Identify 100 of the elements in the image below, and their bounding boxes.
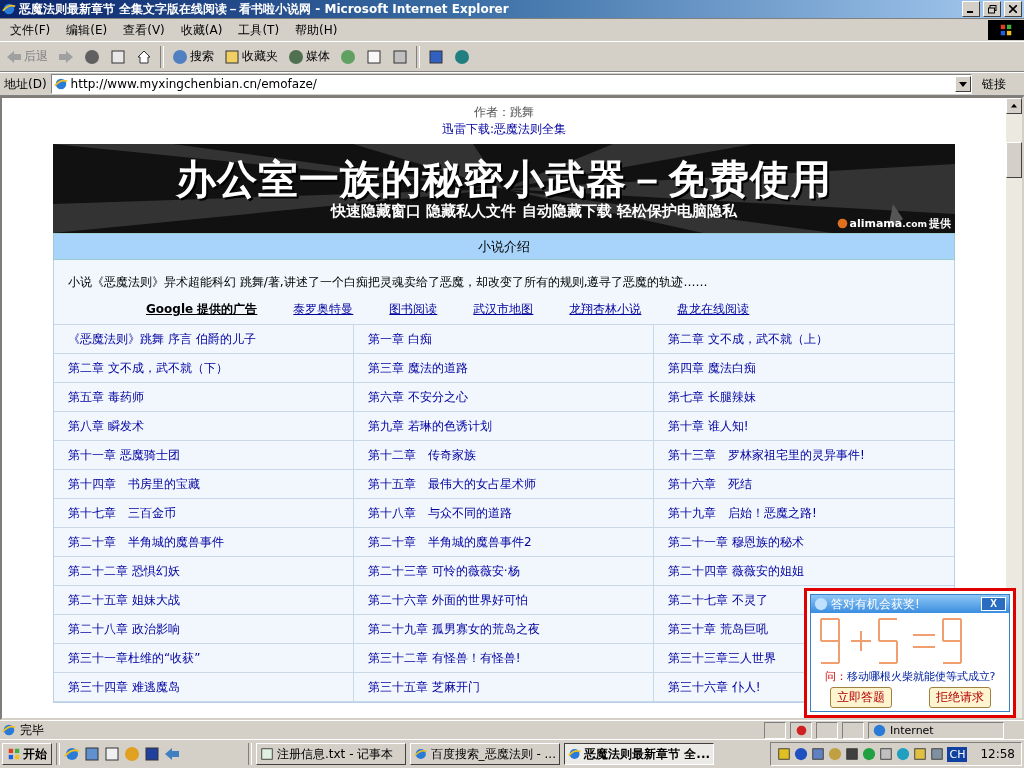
chapter-link[interactable]: 第十章 谁人知! [668,417,749,435]
chapter-link[interactable]: 第二十章 半角城的魔兽事件2 [368,533,532,551]
ad-link[interactable]: 泰罗奥特曼 [293,301,354,318]
close-button[interactable] [1004,1,1022,17]
windows-flag-icon [7,747,21,761]
chapter-link[interactable]: 第三十三章三人世界 [668,649,776,667]
chapter-link[interactable]: 第八章 瞬发术 [68,417,144,435]
dropdown-button[interactable] [955,76,971,92]
chapter-link[interactable]: 第七章 长腿辣妹 [668,388,756,406]
ad-banner[interactable]: 办公室一族的秘密小武器－免费使用 快速隐藏窗口 隐藏私人文件 自动隐藏下载 轻松保护电脑隐私 alimama.com 提供 [53,144,955,233]
popup-button[interactable]: 立即答题 [829,687,892,708]
menu-item[interactable]: 帮助(H) [287,21,346,39]
taskbar-button[interactable]: 恶魔法则最新章节 全... [564,743,714,765]
chapter-link[interactable]: 第二十章 半角城的魔兽事件 [68,533,224,551]
home-icon [136,48,152,65]
chapter-link[interactable]: 第二十三章 可怜的薇薇安·杨 [368,562,520,580]
chapter-link[interactable]: 第十八章 与众不同的道路 [368,504,512,522]
banner-subline: 快速隐藏窗口 隐藏私人文件 自动隐藏下载 轻松保护电脑隐私 [331,202,737,221]
page-icon [53,77,68,91]
scroll-thumb[interactable] [1006,142,1022,178]
status-pane [842,721,864,739]
chapter-link[interactable]: 第一章 白痴 [368,330,432,348]
browser-icon[interactable] [64,746,80,762]
forward-arrow-icon [58,48,74,65]
ad-link[interactable]: 盘龙在线阅读 [677,301,750,318]
brand-text: alimama.com [849,217,927,230]
banner-headline: 办公室一族的秘密小武器－免费使用 [176,156,832,202]
windows-flag-icon [999,23,1013,37]
popup-title: 答对有机会获奖! [831,595,921,613]
popup-button[interactable]: 拒绝请求 [928,687,991,708]
back-arrow-icon [6,48,22,65]
scroll-up-button[interactable] [1006,98,1022,114]
start-button[interactable]: 开始 [2,743,52,765]
minimize-button[interactable] [962,1,980,17]
chapter-link[interactable]: 第三十四章 难逃魔岛 [68,678,180,696]
ad-link[interactable]: 图书阅读 [389,301,438,318]
language-indicator[interactable]: CH [947,746,968,762]
chapter-link[interactable]: 第三十二章 有怪兽！有怪兽! [368,649,521,667]
chapter-link[interactable]: 第十四章 书房里的宝藏 [68,475,200,493]
chapter-link[interactable]: 第十一章 恶魔骑士团 [68,446,180,464]
chapter-link[interactable]: 第二十二章 恐惧幻妖 [68,562,180,580]
status-pane [764,721,786,739]
chapter-link[interactable]: 第二十六章 外面的世界好可怕 [368,591,528,609]
window-title: 恶魔法则最新章节 全集文字版在线阅读－看书啦小说网 - Microsoft Internet Explorer [19,0,510,18]
ad-link[interactable]: 武汉市地图 [473,301,534,318]
caret-icon [959,81,967,87]
chapter-link[interactable]: 第十七章 三百金币 [68,504,176,522]
chapter-link[interactable]: 第六章 不安分之心 [368,388,468,406]
taskbar-button[interactable]: 百度搜索_恶魔法则 - ... [410,743,560,765]
chapter-link[interactable]: 第三十章 荒岛巨吼 [668,620,768,638]
menu-item[interactable]: 编辑(E) [58,21,116,39]
menu-item[interactable]: 收藏(A) [172,21,231,39]
address-field[interactable]: http://www.myxingchenbian.cn/emofaze/ [50,74,972,94]
section-header: 小说介绍 [53,233,955,260]
browser-icon [568,747,582,761]
links-button[interactable]: 链接 [976,75,1020,93]
ad-link[interactable]: 龙翔杏林小说 [569,301,642,318]
chapter-link[interactable]: 第三十五章 芝麻开门 [368,678,480,696]
intro-text: 小说《恶魔法则》异术超能科幻 跳舞/著,讲述了一个白痴把灵魂卖给了恶魔，却改变了所有的规则,遵寻了恶魔的轨迹…… [67,274,709,291]
menu-item[interactable]: 文件(F) [2,21,59,39]
chapter-link[interactable]: 第二章 文不成，武不就（下） [68,359,228,377]
chapter-link[interactable]: 《恶魔法则》跳舞 序言 伯爵的儿子 [68,330,256,348]
download-link[interactable]: 迅雷下载:恶魔法则全集 [441,121,566,138]
chapter-link[interactable]: 第五章 毒药师 [68,388,144,406]
chapter-link[interactable]: 第十二章 传奇家族 [368,446,476,464]
restore-button[interactable] [983,1,1001,17]
address-label: 地址(D) [4,75,47,93]
menu-item[interactable]: 查看(V) [115,21,173,39]
taskbar-button[interactable]: 注册信息.txt - 记事本 [256,743,406,765]
chapter-link[interactable]: 第二十九章 孤男寡女的荒岛之夜 [368,620,540,638]
chapter-link[interactable]: 第九章 若琳的色诱计划 [368,417,492,435]
chapter-link[interactable]: 第三章 魔法的道路 [368,359,468,377]
status-pane [816,721,838,739]
provided-text: 提供 [929,216,951,231]
chapter-link[interactable]: 第二章 文不成，武不就（上） [668,330,828,348]
chapter-link[interactable]: 第十六章 死结 [668,475,752,493]
toolbar-button[interactable]: 媒体 [286,48,332,65]
chapter-link[interactable]: 第三十六章 仆人! [668,678,761,696]
chapter-link[interactable]: 第十五章 最伟大的女占星术师 [368,475,536,493]
close-icon [1009,5,1017,13]
author-text: 作者：跳舞 [474,104,534,121]
toolbar-button[interactable]: 收藏夹 [222,48,280,65]
chapter-link[interactable]: 第二十五章 姐妹大战 [68,591,180,609]
ads-label[interactable]: Google 提供的广告 [146,301,258,318]
chapter-link[interactable]: 第十三章 罗林家祖宅里的灵异事件! [668,446,865,464]
chapter-link[interactable]: 第二十七章 不灵了 [668,591,768,609]
page-icon [2,723,16,737]
chapter-link[interactable]: 第二十四章 薇薇安的姐姐 [668,562,804,580]
chapter-link[interactable]: 第四章 魔法白痴 [668,359,756,377]
toolbar-button[interactable]: 搜索 [170,48,216,65]
browser-icon [2,2,16,16]
status-text: 完毕 [20,721,45,739]
close-button[interactable]: X [981,597,1006,611]
menu-item[interactable]: 工具(T) [230,21,288,39]
chapter-link[interactable]: 第三十一章杜维的“收获” [68,649,201,667]
puzzle-question: 问：移动哪根火柴就能使等式成立? [823,669,997,684]
chapter-link[interactable]: 第十九章 启始！恶魔之路! [668,504,817,522]
restore-icon [987,4,997,14]
chapter-link[interactable]: 第二十八章 政治影响 [68,620,180,638]
chapter-link[interactable]: 第二十一章 穆恩族的秘术 [668,533,804,551]
